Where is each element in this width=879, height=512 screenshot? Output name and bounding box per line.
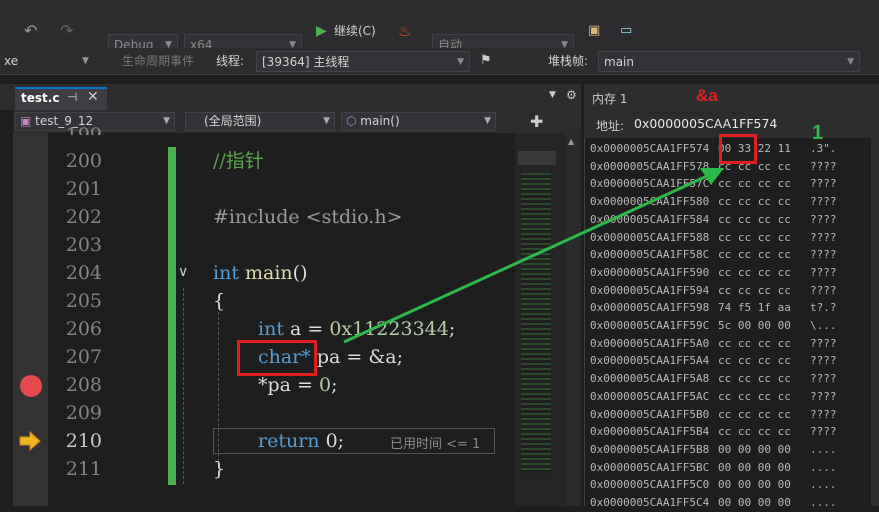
annotation-arrow (343, 168, 724, 344)
